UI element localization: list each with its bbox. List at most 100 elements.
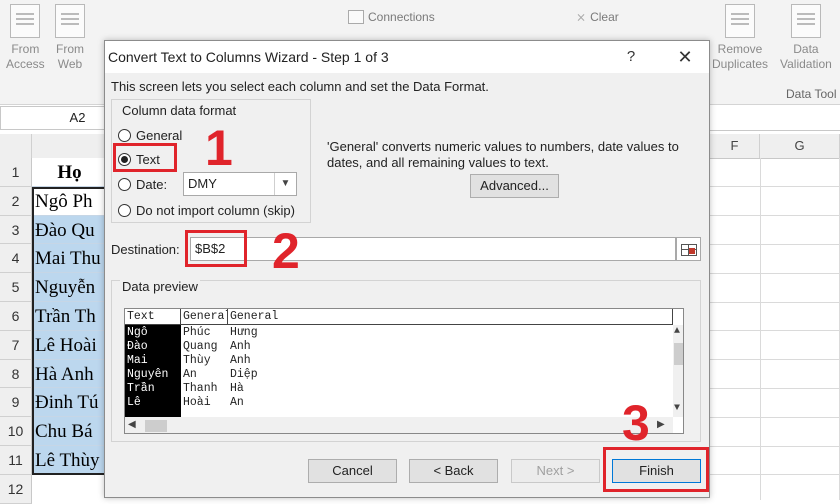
scroll-up-icon[interactable]: ▲ <box>674 326 680 337</box>
gridline <box>710 330 840 331</box>
advanced-button[interactable]: Advanced... <box>470 174 559 198</box>
select-all-corner[interactable] <box>0 134 32 158</box>
row-header[interactable]: 5 <box>0 273 32 302</box>
row-header[interactable]: 7 <box>0 330 32 360</box>
next-button[interactable]: Next > <box>511 459 600 483</box>
radio-skip[interactable]: Do not import column (skip) <box>118 203 295 218</box>
gridline <box>710 215 840 216</box>
radio-general[interactable]: General <box>118 128 182 143</box>
preview-cell: Mai <box>127 354 148 367</box>
preview-horizontal-thumb[interactable] <box>145 420 167 432</box>
row-header[interactable]: 2 <box>0 186 32 216</box>
cell-a1[interactable]: Họ <box>32 158 107 187</box>
clear-button[interactable]: ⨯ Clear <box>576 10 619 24</box>
connections-button[interactable]: Connections <box>348 10 435 24</box>
cell-a3[interactable]: Đào Qu <box>32 215 107 245</box>
preview-vertical-scrollbar[interactable]: ▲ ▼ <box>673 325 683 417</box>
cell-a5[interactable]: Nguyễn <box>32 273 107 302</box>
data-validation-label-2: Validation <box>780 57 832 71</box>
row-header[interactable]: 9 <box>0 388 32 418</box>
column-header-g[interactable]: G <box>760 134 840 158</box>
gridline <box>710 417 840 418</box>
scroll-left-icon[interactable]: ◀ <box>128 419 136 431</box>
row-header[interactable]: 3 <box>0 215 32 245</box>
preview-cell: Đào <box>127 340 148 353</box>
dialog-title-bar[interactable]: Convert Text to Columns Wizard - Step 1 … <box>105 41 709 73</box>
preview-cell: Phúc <box>183 326 211 339</box>
dialog-title: Convert Text to Columns Wizard - Step 1 … <box>108 49 389 65</box>
back-button[interactable]: < Back <box>409 459 498 483</box>
gridline <box>710 244 840 245</box>
gridline <box>760 158 761 500</box>
data-preview-box[interactable]: Text General General Ngô Phúc Hưng Đào Q… <box>124 308 684 434</box>
scroll-down-icon[interactable]: ▼ <box>674 403 680 414</box>
preview-cell: Anh <box>230 340 251 353</box>
gridline <box>710 359 840 360</box>
from-access-label-1: From <box>11 42 40 56</box>
close-button[interactable]: ✕ <box>671 45 699 69</box>
data-validation-button[interactable]: Data Validation <box>780 4 832 72</box>
row-header[interactable]: 11 <box>0 446 32 475</box>
cell-a6[interactable]: Trần Th <box>32 302 107 331</box>
cell-a10[interactable]: Chu Bá <box>32 417 107 446</box>
preview-cell: Quang <box>183 340 218 353</box>
gridline <box>710 474 840 475</box>
from-access-label-2: Access <box>6 57 45 71</box>
gridline <box>710 302 840 303</box>
row-header[interactable]: 1 <box>0 158 32 187</box>
row-header[interactable]: 12 <box>0 474 32 504</box>
cell-a11[interactable]: Lê Thùy <box>32 446 107 475</box>
remove-duplicates-button[interactable]: Remove Duplicates <box>712 4 768 72</box>
preview-column-header[interactable]: General <box>181 309 228 325</box>
gridline <box>710 388 840 389</box>
data-validation-icon <box>790 4 821 38</box>
connections-icon <box>348 10 364 24</box>
from-web-button[interactable]: From Web <box>55 4 85 72</box>
clear-icon: ⨯ <box>576 10 587 24</box>
convert-text-to-columns-dialog: Convert Text to Columns Wizard - Step 1 … <box>104 40 710 498</box>
date-format-value: DMY <box>188 176 217 191</box>
chevron-down-icon[interactable]: ▼ <box>274 173 296 195</box>
row-header[interactable]: 4 <box>0 244 32 274</box>
preview-cell: Nguyễn <box>127 368 169 381</box>
column-data-format-legend: Column data format <box>120 103 239 118</box>
cell-a8[interactable]: Hà Anh <box>32 359 107 389</box>
preview-cell: Hoài <box>183 396 211 409</box>
cell-a9[interactable]: Đinh Tú <box>32 388 107 418</box>
preview-vertical-thumb[interactable] <box>674 343 683 365</box>
cancel-button[interactable]: Cancel <box>308 459 397 483</box>
radio-general-circle[interactable] <box>118 129 131 142</box>
preview-cell: Thùy <box>183 354 211 367</box>
annotation-number-1: 1 <box>205 120 233 176</box>
radio-skip-circle[interactable] <box>118 204 131 217</box>
radio-skip-label: Do not import column (skip) <box>136 203 295 218</box>
help-button[interactable]: ? <box>619 45 643 69</box>
data-preview-legend: Data preview <box>120 279 200 294</box>
preview-cell: Anh <box>230 354 251 367</box>
from-web-label-2: Web <box>57 57 83 71</box>
preview-cell: Trần <box>127 382 155 395</box>
cell-a7[interactable]: Lê Hoài <box>32 330 107 360</box>
scroll-right-icon[interactable]: ▶ <box>657 419 665 431</box>
preview-column-header[interactable]: Text <box>125 309 181 325</box>
row-header[interactable]: 6 <box>0 302 32 331</box>
preview-column-header[interactable]: General <box>228 309 673 325</box>
range-picker-arrow-icon <box>689 248 695 254</box>
destination-input[interactable]: $B$2 <box>190 237 676 261</box>
cell-a4[interactable]: Mai Thu <box>32 244 107 274</box>
from-access-button[interactable]: From Access <box>6 4 45 72</box>
column-header-f[interactable]: F <box>710 134 760 158</box>
gridline <box>710 446 840 447</box>
annotation-number-3: 3 <box>622 395 650 451</box>
range-picker-button[interactable] <box>676 237 701 261</box>
date-format-select[interactable]: DMY ▼ <box>183 172 297 196</box>
remove-duplicates-icon <box>725 4 756 38</box>
radio-date-circle[interactable] <box>118 178 131 191</box>
row-header[interactable]: 10 <box>0 417 32 446</box>
cell-a2[interactable]: Ngô Ph <box>32 187 107 216</box>
annotation-box-text <box>113 143 177 172</box>
format-description: 'General' converts numeric values to num… <box>327 139 679 170</box>
row-header[interactable]: 8 <box>0 359 32 389</box>
radio-date[interactable]: Date: <box>118 177 167 192</box>
preview-horizontal-scrollbar[interactable]: ◀ ▶ <box>125 417 673 433</box>
